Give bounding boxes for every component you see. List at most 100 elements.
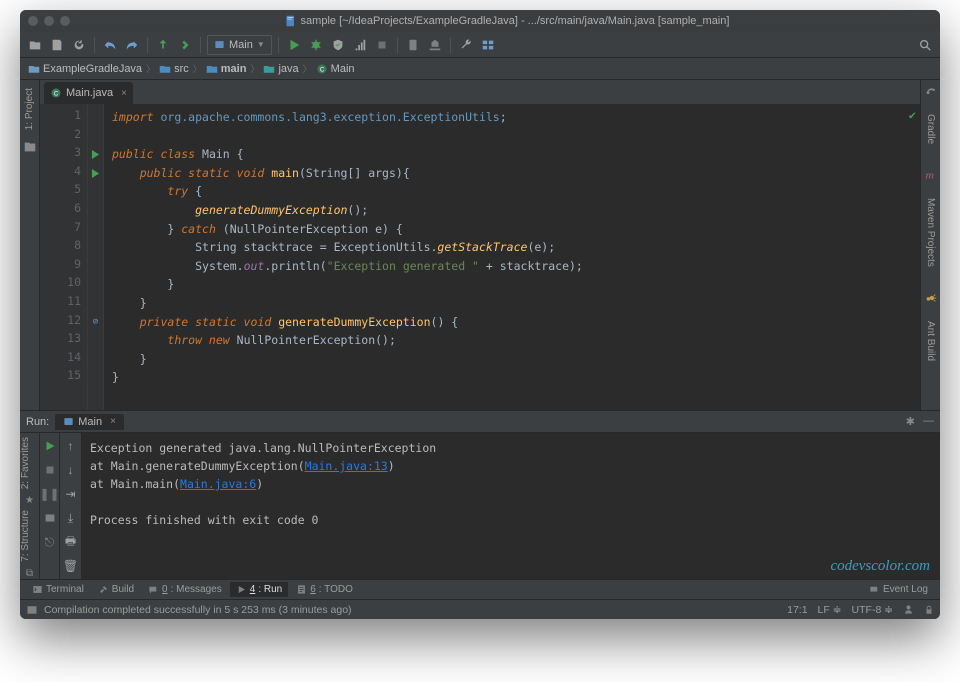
inspection-ok-icon[interactable]: ✔ <box>909 108 916 122</box>
cursor-position[interactable]: 17:1 <box>787 604 807 616</box>
hammer-icon <box>98 584 109 595</box>
sidebar-tab-gradle[interactable]: Gradle <box>925 110 936 148</box>
refresh-icon[interactable] <box>70 36 88 54</box>
breadcrumb: ExampleGradleJava 〉 src 〉 main 〉 java 〉 … <box>20 58 940 80</box>
redo-icon[interactable] <box>123 36 141 54</box>
settings-wrench-icon[interactable] <box>457 36 475 54</box>
run-body: 2: Favorites ★ 7: Structure ⧉ ❚❚ ⎋ ↑ ↓ ⇥… <box>20 433 940 579</box>
rerun-icon[interactable] <box>41 437 59 455</box>
close-tab-icon[interactable]: × <box>121 88 127 99</box>
breadcrumb-item-main[interactable]: main <box>206 63 247 75</box>
scroll-end-icon[interactable]: ⤓ <box>62 509 80 527</box>
editor-tab-main[interactable]: C Main.java × <box>44 82 133 104</box>
main-area: 1: Project C Main.java × 123456789101112… <box>20 80 940 410</box>
tool-tab-messages[interactable]: 0: Messages <box>142 582 228 597</box>
source-folder-icon <box>263 63 275 75</box>
run-config-name: Main <box>229 39 253 51</box>
line-gutter[interactable]: 123456789101112131415 <box>40 104 88 410</box>
watermark: codevscolor.com <box>830 557 930 575</box>
clear-icon[interactable]: 🗑 <box>62 557 80 575</box>
java-class-icon: C <box>50 87 62 99</box>
run-actions-primary: ❚❚ ⎋ <box>40 433 60 579</box>
line-separator[interactable]: LF ≑ <box>818 604 842 616</box>
undo-icon[interactable] <box>101 36 119 54</box>
run-small-icon <box>236 584 247 595</box>
run-icon[interactable] <box>285 36 303 54</box>
sdk-icon[interactable] <box>426 36 444 54</box>
sidebar-tab-ant[interactable]: Ant Build <box>925 317 936 365</box>
coverage-icon[interactable] <box>329 36 347 54</box>
search-icon[interactable] <box>916 36 934 54</box>
open-file-icon[interactable] <box>26 36 44 54</box>
project-view-icon[interactable] <box>23 140 37 154</box>
java-file-icon <box>285 15 297 27</box>
editor-tab-label: Main.java <box>66 87 113 99</box>
window-controls[interactable] <box>28 16 70 26</box>
pause-icon[interactable]: ❚❚ <box>41 485 59 503</box>
debug-icon[interactable] <box>307 36 325 54</box>
bottom-tool-tabs: Terminal Build 0: Messages 4: Run 6: TOD… <box>20 579 940 599</box>
sidebar-tab-structure[interactable]: 7: Structure <box>20 506 31 568</box>
run-config-icon <box>63 416 74 427</box>
sidebar-tab-project[interactable]: 1: Project <box>24 84 35 134</box>
maven-icon[interactable]: m <box>924 168 938 182</box>
run-header: Run: Main × ✱ — <box>20 411 940 433</box>
stop-icon[interactable] <box>41 461 59 479</box>
breadcrumb-item-java[interactable]: java <box>263 63 298 75</box>
right-sidebar: Gradle m Maven Projects Ant Build <box>920 80 940 410</box>
soft-wrap-icon[interactable]: ⇥ <box>62 485 80 503</box>
up-stack-icon[interactable]: ↑ <box>62 437 80 455</box>
sidebar-tab-favorites[interactable]: 2: Favorites <box>20 433 31 495</box>
run-tool-window: Run: Main × ✱ — 2: Favorites ★ 7: Struct… <box>20 410 940 579</box>
tool-tab-event-log[interactable]: Event Log <box>863 582 934 597</box>
editor-area: C Main.java × 123456789101112131415 ⊘ im… <box>40 80 920 410</box>
gradle-icon[interactable] <box>924 84 938 98</box>
file-encoding[interactable]: UTF-8 ≑ <box>852 604 893 616</box>
vcs-commit-icon[interactable] <box>176 36 194 54</box>
class-icon: C <box>316 63 328 75</box>
terminal-icon <box>32 584 43 595</box>
titlebar: sample [~/IdeaProjects/ExampleGradleJava… <box>20 10 940 32</box>
avd-icon[interactable] <box>404 36 422 54</box>
save-icon[interactable] <box>48 36 66 54</box>
print-icon[interactable]: 🖶 <box>62 533 80 551</box>
run-config-selector[interactable]: Main ▼ <box>207 35 272 55</box>
exit-icon[interactable]: ⎋ <box>41 533 59 551</box>
profile-icon[interactable] <box>351 36 369 54</box>
vcs-update-icon[interactable] <box>154 36 172 54</box>
dump-threads-icon[interactable] <box>41 509 59 527</box>
code-editor[interactable]: 123456789101112131415 ⊘ import org.apach… <box>40 104 920 410</box>
gutter-marks[interactable]: ⊘ <box>88 104 104 410</box>
run-actions-secondary: ↑ ↓ ⇥ ⤓ 🖶 🗑 <box>60 433 82 579</box>
project-structure-icon[interactable] <box>479 36 497 54</box>
minimize-panel-icon[interactable]: — <box>923 415 934 428</box>
breadcrumb-item-project[interactable]: ExampleGradleJava <box>28 63 142 75</box>
maximize-window-icon[interactable] <box>60 16 70 26</box>
ant-icon[interactable] <box>924 291 938 305</box>
status-icon[interactable] <box>26 604 38 616</box>
status-message: Compilation completed successfully in 5 … <box>44 604 352 616</box>
tool-tab-todo[interactable]: 6: TODO <box>290 582 359 597</box>
sidebar-tab-maven[interactable]: Maven Projects <box>925 194 936 271</box>
tool-tab-build[interactable]: Build <box>92 582 140 597</box>
run-tab-label: Main <box>78 416 102 428</box>
console-output[interactable]: Exception generated java.lang.NullPointe… <box>82 433 940 579</box>
close-tab-icon[interactable]: × <box>110 416 116 427</box>
stop-icon[interactable] <box>373 36 391 54</box>
close-window-icon[interactable] <box>28 16 38 26</box>
svg-text:C: C <box>320 67 325 73</box>
run-tab[interactable]: Main × <box>55 414 124 430</box>
tool-tab-run[interactable]: 4: Run <box>230 582 288 597</box>
code-content[interactable]: import org.apache.commons.lang3.exceptio… <box>104 104 920 410</box>
breadcrumb-item-class[interactable]: C Main <box>316 63 355 75</box>
editor-tabs: C Main.java × <box>40 80 920 104</box>
tool-tab-terminal[interactable]: Terminal <box>26 582 90 597</box>
hector-icon[interactable] <box>903 604 914 615</box>
folder-icon <box>159 63 171 75</box>
down-stack-icon[interactable]: ↓ <box>62 461 80 479</box>
svg-text:C: C <box>54 91 59 97</box>
gear-icon[interactable]: ✱ <box>906 415 915 428</box>
breadcrumb-item-src[interactable]: src <box>159 63 189 75</box>
minimize-window-icon[interactable] <box>44 16 54 26</box>
lock-icon[interactable] <box>924 605 934 615</box>
